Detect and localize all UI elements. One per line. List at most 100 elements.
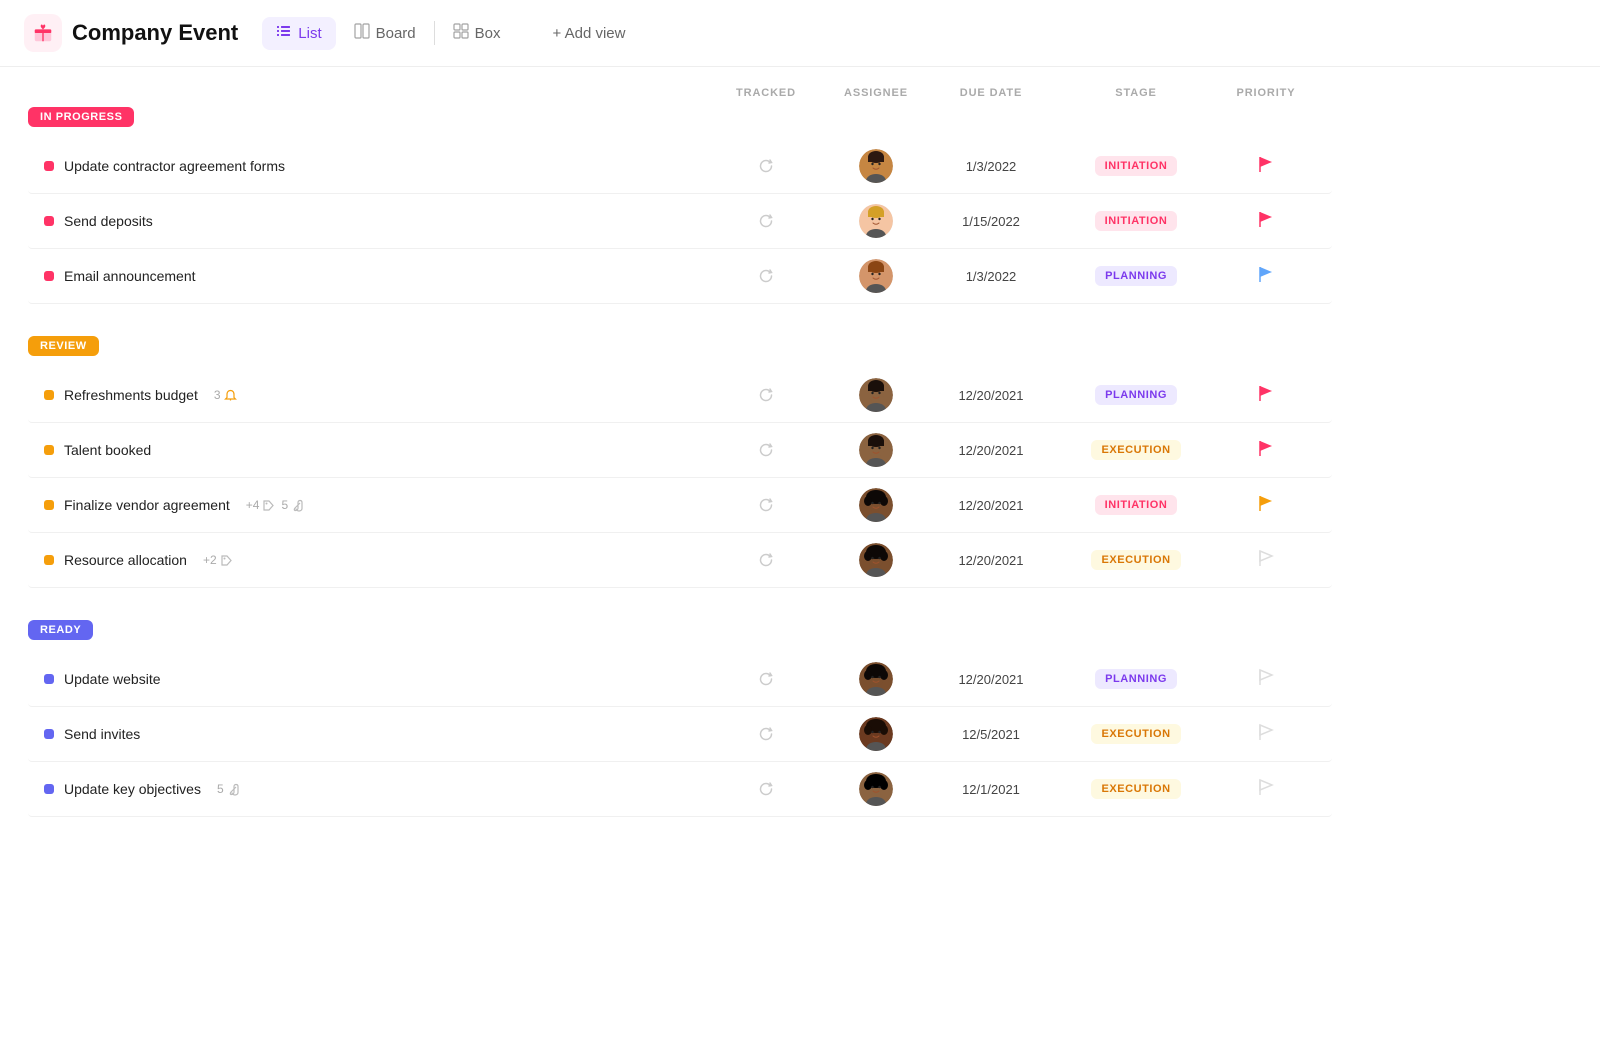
task-name: Update key objectives xyxy=(64,781,201,797)
track-icon[interactable] xyxy=(706,267,826,285)
priority-flag xyxy=(1257,668,1275,691)
task-row[interactable]: Send deposits 1/15/2022 INITIATION xyxy=(28,194,1332,249)
list-icon xyxy=(276,23,292,44)
task-dot xyxy=(44,445,54,455)
section-ready: READY Update website 12/20/2021PLANNING … xyxy=(28,620,1332,817)
section-badge-review: REVIEW xyxy=(28,336,99,356)
app-header: Company Event List xyxy=(0,0,1600,67)
assignee-cell[interactable] xyxy=(826,149,926,183)
page-title: Company Event xyxy=(72,20,238,46)
assignee-cell[interactable] xyxy=(826,259,926,293)
assignee-cell[interactable] xyxy=(826,543,926,577)
stage-badge: PLANNING xyxy=(1095,669,1177,689)
task-name-cell: Send invites xyxy=(44,726,706,742)
stage-badge: PLANNING xyxy=(1095,385,1177,405)
add-view-button[interactable]: + Add view xyxy=(539,19,640,48)
due-date: 12/20/2021 xyxy=(926,498,1056,513)
track-icon[interactable] xyxy=(706,725,826,743)
due-date: 12/20/2021 xyxy=(926,443,1056,458)
task-row[interactable]: Refreshments budget 3 12/20/2021PLANNING xyxy=(28,368,1332,423)
task-name-cell: Update key objectives 5 xyxy=(44,781,706,797)
task-row[interactable]: Update contractor agreement forms 1/3/20… xyxy=(28,139,1332,194)
assignee-cell[interactable] xyxy=(826,488,926,522)
stage-cell: INITIATION xyxy=(1056,156,1216,176)
priority-flag xyxy=(1257,439,1275,462)
stage-badge: EXECUTION xyxy=(1091,550,1180,570)
task-name: Update contractor agreement forms xyxy=(64,158,285,174)
stage-badge: INITIATION xyxy=(1095,156,1178,176)
priority-flag xyxy=(1257,778,1275,801)
stage-badge: EXECUTION xyxy=(1091,724,1180,744)
assignee-cell[interactable] xyxy=(826,204,926,238)
stage-cell: EXECUTION xyxy=(1056,724,1216,744)
task-row[interactable]: Send invites 12/5/2021EXECUTION xyxy=(28,707,1332,762)
track-icon[interactable] xyxy=(706,441,826,459)
task-name: Send deposits xyxy=(64,213,153,229)
tab-list[interactable]: List xyxy=(262,17,335,50)
task-name: Refreshments budget xyxy=(64,387,198,403)
task-name: Finalize vendor agreement xyxy=(64,497,230,513)
track-icon[interactable] xyxy=(706,157,826,175)
priority-flag xyxy=(1257,384,1275,407)
task-name-cell: Send deposits xyxy=(44,213,706,229)
task-row[interactable]: Email announcement 1/3/2022PLANNING xyxy=(28,249,1332,304)
task-dot xyxy=(44,500,54,510)
stage-cell: EXECUTION xyxy=(1056,440,1216,460)
task-row[interactable]: Update website 12/20/2021PLANNING xyxy=(28,652,1332,707)
stage-cell: EXECUTION xyxy=(1056,550,1216,570)
task-dot xyxy=(44,271,54,281)
tab-box[interactable]: Box xyxy=(439,17,515,50)
priority-flag xyxy=(1257,494,1275,517)
task-name-cell: Email announcement xyxy=(44,268,706,284)
priority-cell xyxy=(1216,439,1316,462)
stage-badge: EXECUTION xyxy=(1091,779,1180,799)
track-icon[interactable] xyxy=(706,670,826,688)
assignee-cell[interactable] xyxy=(826,433,926,467)
assignee-cell[interactable] xyxy=(826,772,926,806)
task-row[interactable]: Resource allocation +2 12/20/2021EXECUTI… xyxy=(28,533,1332,588)
stage-badge: INITIATION xyxy=(1095,211,1178,231)
track-icon[interactable] xyxy=(706,212,826,230)
tab-board[interactable]: Board xyxy=(340,17,430,50)
task-meta: +2 xyxy=(203,553,233,567)
col-tracked: TRACKED xyxy=(706,87,826,99)
assignee-cell[interactable] xyxy=(826,378,926,412)
table-header: TRACKED ASSIGNEE DUE DATE STAGE PRIORITY xyxy=(28,87,1332,107)
col-name xyxy=(44,87,706,99)
task-dot xyxy=(44,555,54,565)
task-dot xyxy=(44,216,54,226)
section-review: REVIEW Refreshments budget 3 12/20/2021P… xyxy=(28,336,1332,588)
section-badge-in-progress: IN PROGRESS xyxy=(28,107,134,127)
tab-box-label: Box xyxy=(475,25,501,42)
stage-badge: EXECUTION xyxy=(1091,440,1180,460)
priority-cell xyxy=(1216,723,1316,746)
section-in-progress: IN PROGRESS Update contractor agreement … xyxy=(28,107,1332,304)
track-icon[interactable] xyxy=(706,386,826,404)
task-row[interactable]: Update key objectives 5 12/1/2021EXECUTI… xyxy=(28,762,1332,817)
due-date: 1/3/2022 xyxy=(926,159,1056,174)
task-name: Resource allocation xyxy=(64,552,187,568)
task-row[interactable]: Finalize vendor agreement +45 12/20/2021… xyxy=(28,478,1332,533)
due-date: 1/15/2022 xyxy=(926,214,1056,229)
task-meta: 5 xyxy=(217,782,240,796)
priority-flag xyxy=(1257,265,1275,288)
section-badge-ready: READY xyxy=(28,620,93,640)
task-name-cell: Resource allocation +2 xyxy=(44,552,706,568)
sections-container: IN PROGRESS Update contractor agreement … xyxy=(28,107,1332,817)
avatar xyxy=(859,378,893,412)
track-icon[interactable] xyxy=(706,496,826,514)
priority-flag xyxy=(1257,155,1275,178)
priority-cell xyxy=(1216,549,1316,572)
task-name: Talent booked xyxy=(64,442,151,458)
task-row[interactable]: Talent booked 12/20/2021 EXECUTION xyxy=(28,423,1332,478)
avatar xyxy=(859,204,893,238)
avatar xyxy=(859,259,893,293)
logo-area: Company Event xyxy=(24,14,238,52)
priority-cell xyxy=(1216,210,1316,233)
assignee-cell[interactable] xyxy=(826,717,926,751)
due-date: 1/3/2022 xyxy=(926,269,1056,284)
stage-cell: PLANNING xyxy=(1056,266,1216,286)
track-icon[interactable] xyxy=(706,780,826,798)
track-icon[interactable] xyxy=(706,551,826,569)
assignee-cell[interactable] xyxy=(826,662,926,696)
